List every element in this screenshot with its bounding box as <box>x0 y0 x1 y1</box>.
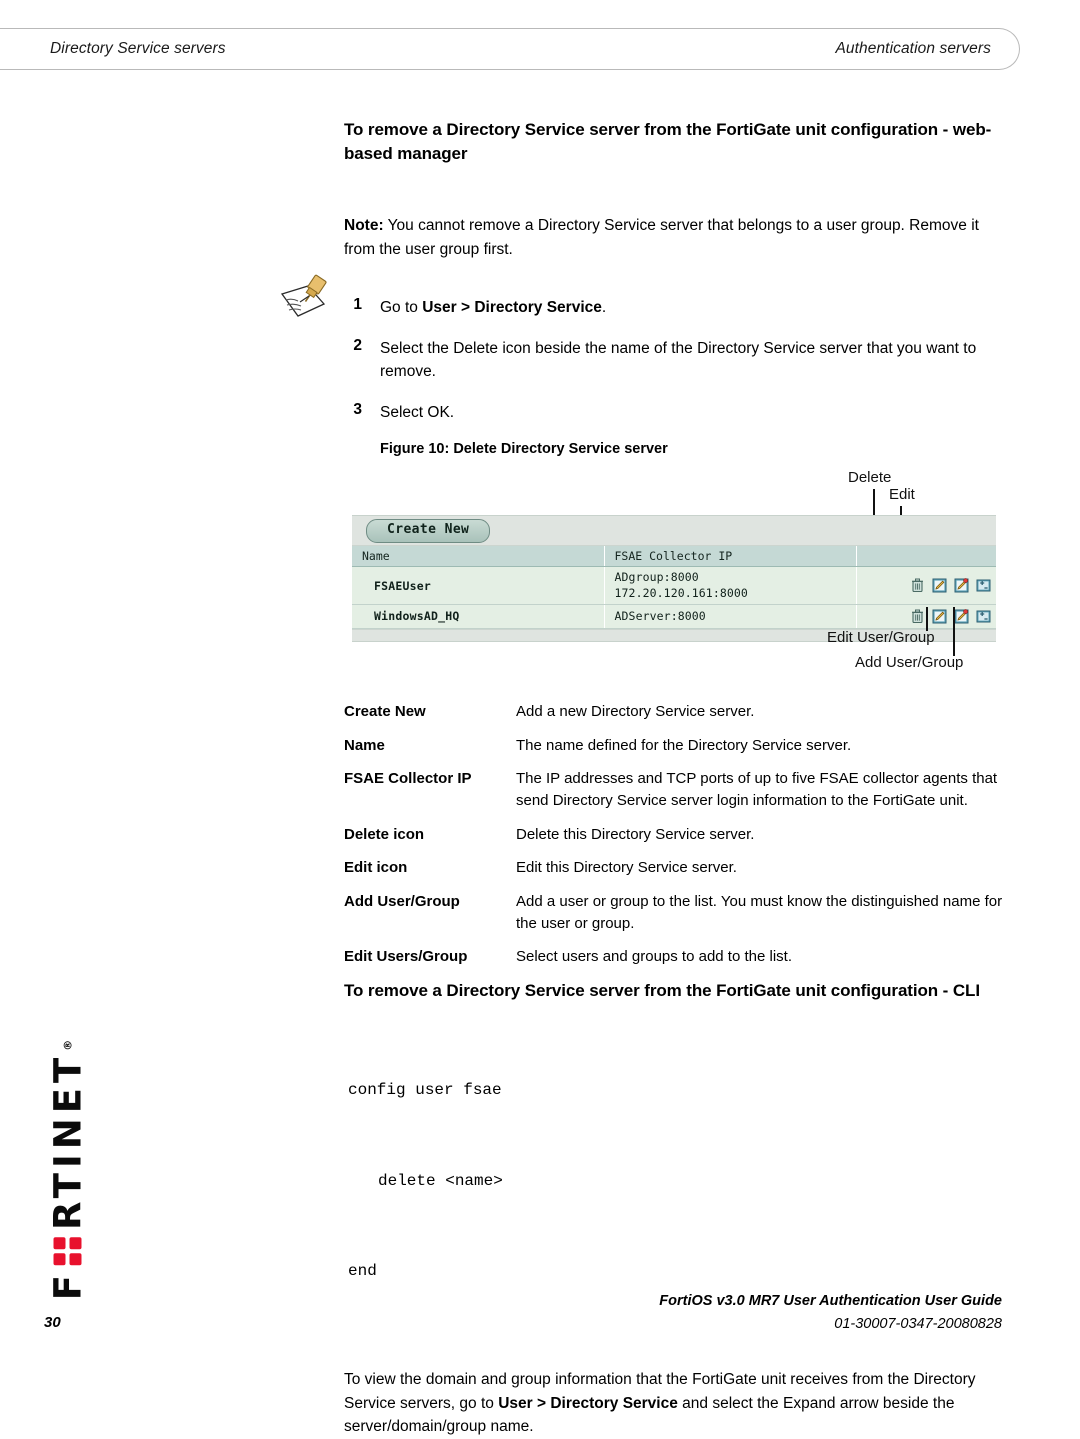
edit-user-group-icon[interactable] <box>953 577 970 594</box>
table-header-row: Name FSAE Collector IP <box>352 546 996 568</box>
cell-server-name: WindowsAD_HQ <box>352 604 605 629</box>
trailing-paragraph: To view the domain and group information… <box>344 1368 1004 1439</box>
footer-page-number: 30 <box>44 1314 61 1331</box>
callout-label-delete: Delete <box>848 469 892 487</box>
header-left-title: Directory Service servers <box>50 40 226 57</box>
definition-row: Create New Add a new Directory Service s… <box>344 701 1004 724</box>
step-item-1: 1 Go to User > Directory Service. <box>344 296 1004 320</box>
add-user-group-icon[interactable] <box>975 577 992 594</box>
callout-line-edit-user-group <box>926 607 928 632</box>
column-header-name[interactable]: Name <box>352 546 605 568</box>
table-row: FSAEUser ADgroup:8000 172.20.120.161:800… <box>352 566 996 605</box>
fortinet-logo: F RTINET ® <box>38 1040 98 1301</box>
note-label: Note: <box>344 217 384 235</box>
step-text-bold: User > Directory Service <box>422 299 602 317</box>
definition-description: Add a user or group to the list. You mus… <box>516 892 1003 932</box>
callout-label-edit: Edit <box>889 486 915 504</box>
footer-document-info: FortiOS v3.0 MR7 User Authentication Use… <box>659 1290 1002 1335</box>
definition-description: The name defined for the Directory Servi… <box>516 736 852 754</box>
callout-label-edit-user-group: Edit User/Group <box>827 629 935 647</box>
definition-row: Name The name defined for the Directory … <box>344 735 1004 758</box>
gui-toolbar: Create New <box>352 516 996 547</box>
logo-letter-o-icon <box>53 1235 83 1266</box>
column-header-fsae-collector-ip[interactable]: FSAE Collector IP <box>604 546 857 568</box>
definition-row: FSAE Collector IP The IP addresses and T… <box>344 768 1004 812</box>
delete-icon[interactable] <box>909 577 926 594</box>
trailing-text-bold: User > Directory Service <box>498 1394 678 1412</box>
section-heading-web-manager: To remove a Directory Service server fro… <box>344 120 992 164</box>
definition-row: Edit icon Edit this Directory Service se… <box>344 857 1004 880</box>
running-header: Directory Service servers Authentication… <box>0 28 1020 70</box>
table-row: WindowsAD_HQ ADServer:8000 <box>352 604 996 629</box>
page-content: To remove a Directory Service server fro… <box>280 118 1004 1439</box>
definition-row: Delete icon Delete this Directory Servic… <box>344 824 1004 847</box>
note-body: You cannot remove a Directory Service se… <box>344 217 979 258</box>
step-text-before: Select OK. <box>380 403 455 421</box>
edit-icon[interactable] <box>931 608 948 625</box>
note-text: Note: You cannot remove a Directory Serv… <box>344 214 1004 261</box>
note-callout: Note: You cannot remove a Directory Serv… <box>280 214 1004 318</box>
header-right-title: Authentication servers <box>835 40 991 57</box>
definition-term: Delete icon <box>344 825 425 843</box>
footer-guide-title: FortiOS v3.0 MR7 User Authentication Use… <box>659 1293 1002 1310</box>
fortigate-directory-service-list: Create New Name FSAE Collector IP FSAEUs… <box>352 515 996 642</box>
cli-line: delete <name> <box>378 1171 503 1190</box>
definition-description: The IP addresses and TCP ports of up to … <box>516 770 998 810</box>
step-text-before: Go to <box>380 299 423 317</box>
definition-term: FSAE Collector IP <box>344 770 472 788</box>
step-item-3: 3 Select OK. <box>344 401 1004 425</box>
definition-term: Edit icon <box>344 859 408 877</box>
figure-caption: Figure 10: Delete Directory Service serv… <box>380 441 668 458</box>
definition-row: Add User/Group Add a user or group to th… <box>344 891 1004 935</box>
definition-description: Select users and groups to add to the li… <box>516 947 792 965</box>
step-item-2: 2 Select the Delete icon beside the name… <box>344 337 1004 384</box>
step-number: 2 <box>353 336 362 354</box>
numbered-steps: 1 Go to User > Directory Service. 2 Sele… <box>344 296 1004 424</box>
field-definition-list: Create New Add a new Directory Service s… <box>344 701 1004 968</box>
definition-row: Edit Users/Group Select users and groups… <box>344 946 1004 969</box>
step-number: 1 <box>353 296 362 314</box>
definition-term: Create New <box>344 703 426 721</box>
step-text: Select the Delete icon beside the name o… <box>380 337 1004 384</box>
callout-label-add-user-group: Add User/Group <box>855 654 964 672</box>
definition-description: Delete this Directory Service server. <box>516 825 755 843</box>
definition-description: Add a new Directory Service server. <box>516 703 755 721</box>
step-text: Select OK. <box>380 401 454 425</box>
cli-line: end <box>348 1261 377 1280</box>
fortinet-logo-wordmark: F RTINET ® <box>47 1040 90 1301</box>
create-new-button[interactable]: Create New <box>366 519 491 543</box>
edit-user-group-icon[interactable] <box>953 608 970 625</box>
section-heading-cli: To remove a Directory Service server fro… <box>344 981 980 1001</box>
cell-collector-ip: ADgroup:8000 172.20.120.161:8000 <box>604 566 857 605</box>
logo-letter-f: F <box>46 1270 90 1301</box>
logo-letters-rtinet: RTINET <box>46 1052 90 1231</box>
definition-description: Edit this Directory Service server. <box>516 859 737 877</box>
step-number: 3 <box>353 400 362 418</box>
step-text-after: . <box>601 299 607 317</box>
note-pen-paper-icon <box>278 274 336 322</box>
step-text-before: Select the Delete icon beside the name o… <box>380 339 977 381</box>
cell-collector-ip: ADServer:8000 <box>604 604 857 629</box>
delete-icon[interactable] <box>909 608 926 625</box>
step-text: Go to User > Directory Service. <box>380 296 606 320</box>
logo-registered-mark: ® <box>61 1039 75 1051</box>
cell-server-name: FSAEUser <box>352 566 605 605</box>
footer-document-number: 01-30007-0347-20080828 <box>834 1315 1002 1332</box>
directory-service-table: Name FSAE Collector IP FSAEUser ADgroup:… <box>352 546 996 629</box>
callout-line-add-user-group <box>953 607 955 657</box>
definition-term: Edit Users/Group <box>344 947 468 965</box>
add-user-group-icon[interactable] <box>975 608 992 625</box>
definition-term: Add User/Group <box>344 892 460 910</box>
figure-10-delete-directory-service-server: Delete Edit Create New Name FSAE Collect… <box>344 467 1004 671</box>
cell-row-actions <box>856 566 996 605</box>
column-header-actions <box>856 546 996 568</box>
edit-icon[interactable] <box>931 577 948 594</box>
definition-term: Name <box>344 736 385 754</box>
cli-line: config user fsae <box>348 1081 502 1100</box>
